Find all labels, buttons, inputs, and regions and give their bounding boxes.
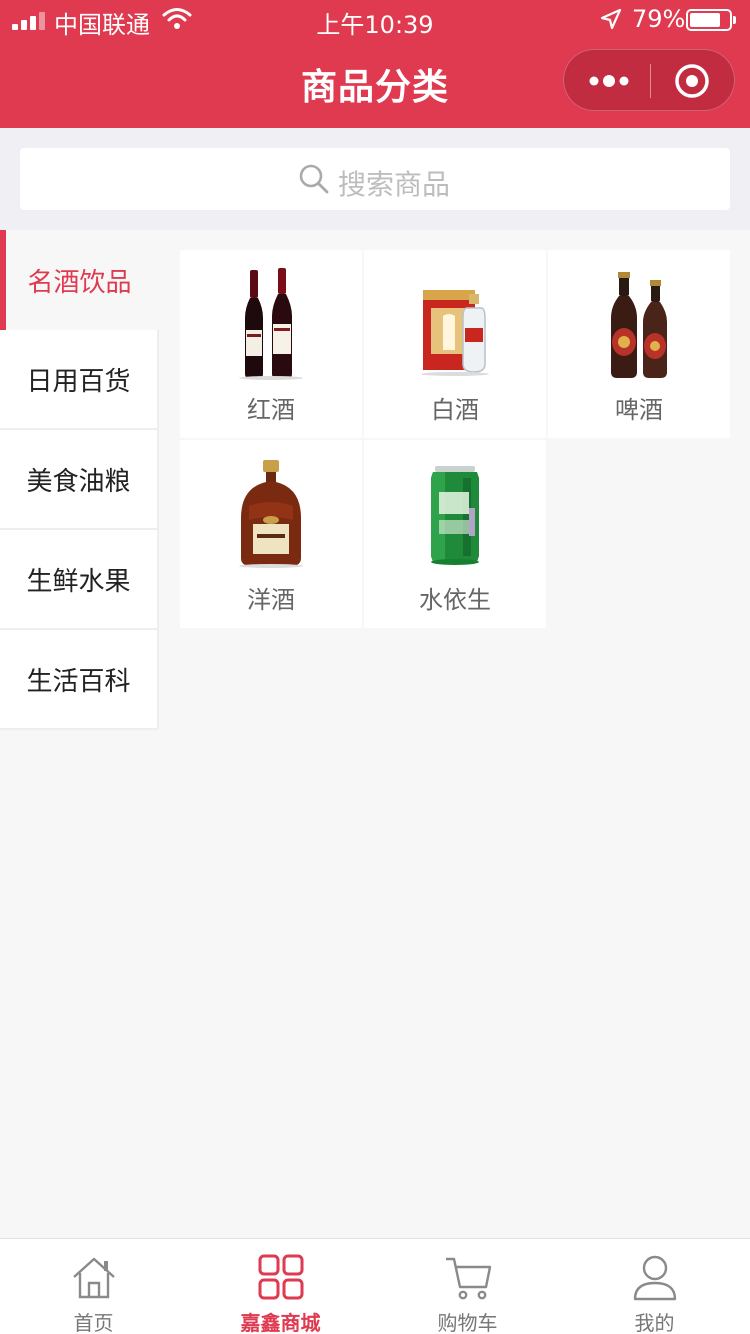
cognac-bottle-image — [239, 460, 303, 568]
sidebar-item-label: 美食油粮 — [26, 466, 131, 497]
red-wine-bottles-image — [239, 268, 303, 380]
product-name: 啤酒 — [615, 396, 663, 424]
green-can-image — [431, 466, 479, 565]
tab-label: 嘉鑫商城 — [240, 1311, 321, 1334]
tab-label: 购物车 — [437, 1311, 498, 1334]
product-baijiu[interactable]: 白酒 — [364, 250, 546, 438]
user-icon — [633, 1255, 677, 1301]
baijiu-gift-box-image — [421, 290, 489, 376]
close-target-icon[interactable] — [674, 63, 710, 99]
product-grid: 红酒 白酒 啤酒 洋酒 水依生 — [180, 250, 730, 628]
mini-program-capsule — [563, 49, 735, 111]
sidebar-item-label: 日用百货 — [26, 366, 131, 397]
sidebar-item-label: 生活百科 — [26, 666, 131, 697]
status-bar: 中国联通 上午10:39 79% — [0, 0, 750, 40]
sidebar-item-drinks[interactable]: 名酒饮品 — [0, 230, 159, 330]
sidebar-item-daily-goods[interactable]: 日用百货 — [0, 330, 159, 430]
sidebar-item-label: 名酒饮品 — [27, 267, 132, 298]
header: 中国联通 上午10:39 79% 商品分类 — [0, 0, 750, 128]
sidebar-item-fresh-fruit[interactable]: 生鲜水果 — [0, 530, 159, 630]
tab-label: 首页 — [73, 1311, 114, 1334]
product-name: 水依生 — [419, 586, 491, 614]
battery-percent: 79% — [632, 5, 686, 33]
product-beer[interactable]: 啤酒 — [548, 250, 730, 438]
tab-home[interactable]: 首页 — [0, 1239, 187, 1334]
tab-label: 我的 — [634, 1311, 675, 1334]
search-icon — [299, 164, 329, 194]
search-placeholder: 搜索商品 — [338, 168, 451, 201]
category-sidebar: 名酒饮品 日用百货 美食油粮 生鲜水果 生活百科 — [0, 230, 159, 730]
search-input[interactable]: 搜索商品 — [20, 148, 730, 210]
tab-cart[interactable]: 购物车 — [374, 1239, 561, 1334]
grid-icon — [258, 1254, 304, 1300]
product-red-wine[interactable]: 红酒 — [180, 250, 362, 438]
search-section: 搜索商品 — [0, 128, 750, 230]
home-icon — [73, 1257, 115, 1299]
location-arrow-icon — [600, 8, 622, 30]
tab-mall[interactable]: 嘉鑫商城 — [187, 1239, 374, 1334]
beer-bottles-image — [611, 272, 667, 378]
product-foreign-liquor[interactable]: 洋酒 — [180, 440, 362, 628]
sidebar-item-food-grain[interactable]: 美食油粮 — [0, 430, 159, 530]
product-name: 白酒 — [431, 396, 479, 424]
sidebar-item-life-encyclopedia[interactable]: 生活百科 — [0, 630, 159, 730]
cart-icon — [446, 1257, 492, 1300]
capsule-divider — [650, 64, 651, 98]
product-shuiyisheng[interactable]: 水依生 — [364, 440, 546, 628]
bottom-tab-bar: 首页 嘉鑫商城 购物车 我的 — [0, 1238, 750, 1334]
product-name: 洋酒 — [247, 586, 295, 614]
more-dots-icon[interactable] — [588, 70, 630, 92]
tab-profile[interactable]: 我的 — [561, 1239, 748, 1334]
sidebar-item-label: 生鲜水果 — [26, 566, 131, 597]
battery-icon — [686, 9, 736, 31]
product-name: 红酒 — [247, 396, 295, 424]
